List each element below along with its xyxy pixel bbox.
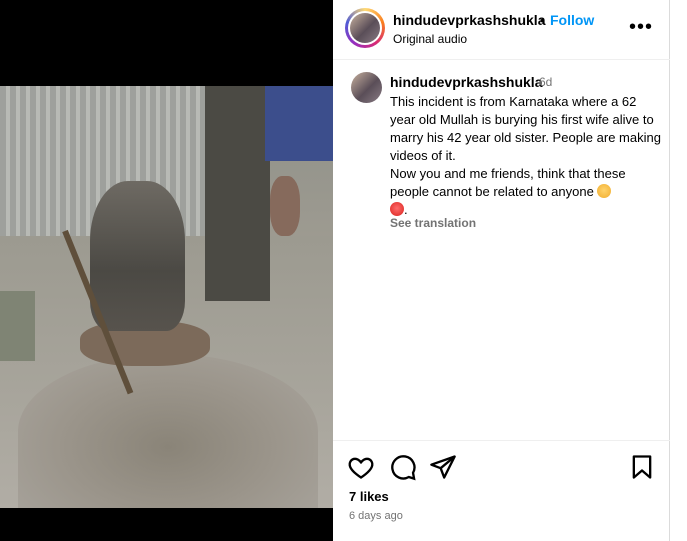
bookmark-icon[interactable] xyxy=(628,453,656,481)
avatar[interactable] xyxy=(345,8,385,48)
caption-line-2: Now you and me friends, think that these… xyxy=(390,166,626,199)
video-step xyxy=(0,291,35,361)
more-options-icon[interactable]: ••• xyxy=(629,16,653,39)
post-date[interactable]: 6 days ago xyxy=(349,510,403,522)
caption-text: This incident is from Karnataka where a … xyxy=(390,93,662,219)
video-doorway xyxy=(205,86,270,301)
post-header: hindudevprkashshukla • Follow Original a… xyxy=(333,0,670,60)
media-pane xyxy=(0,0,333,541)
caption-end: . xyxy=(404,202,408,217)
angry-face-icon xyxy=(390,202,404,216)
post-video[interactable] xyxy=(0,86,333,508)
share-icon[interactable] xyxy=(429,453,457,481)
avatar-image xyxy=(350,13,380,43)
post-details-panel: hindudevprkashshukla • Follow Original a… xyxy=(333,0,670,541)
video-figure-standing xyxy=(90,181,185,331)
video-dirt-mound xyxy=(18,354,318,508)
comment-time[interactable]: 6d xyxy=(539,75,552,89)
see-translation-link[interactable]: See translation xyxy=(390,216,476,230)
actions-bar: 7 likes 6 days ago xyxy=(333,440,670,541)
video-tarp xyxy=(265,86,333,161)
separator-dot: • xyxy=(540,12,545,28)
flushed-face-icon xyxy=(597,184,612,198)
likes-count[interactable]: 7 likes xyxy=(349,489,389,504)
follow-button[interactable]: Follow xyxy=(550,12,594,28)
video-bystander xyxy=(270,176,300,236)
heart-icon[interactable] xyxy=(347,453,375,481)
comment-icon[interactable] xyxy=(389,453,417,481)
comment-avatar[interactable] xyxy=(351,72,382,103)
post-username[interactable]: hindudevprkashshukla xyxy=(393,12,545,28)
audio-label[interactable]: Original audio xyxy=(393,32,467,46)
comment-username[interactable]: hindudevprkashshukla xyxy=(390,74,542,90)
caption-line-1: This incident is from Karnataka where a … xyxy=(390,94,661,163)
